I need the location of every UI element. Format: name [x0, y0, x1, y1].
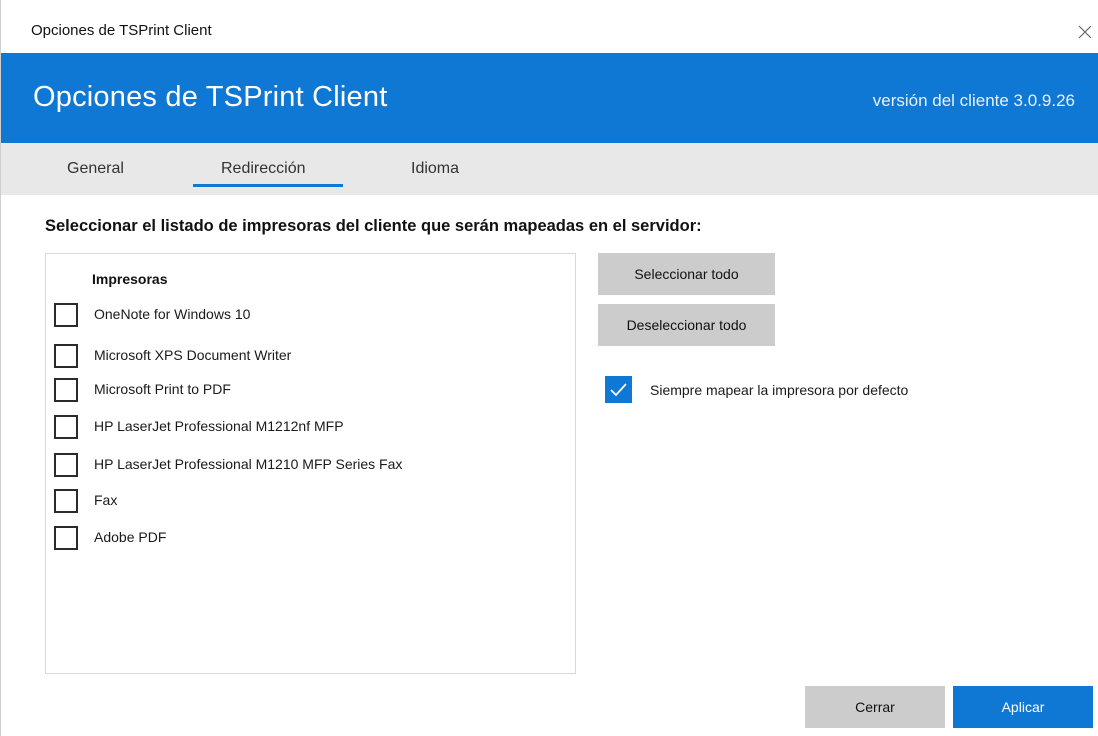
close-icon[interactable] [1073, 20, 1097, 44]
printer-list: Impresoras OneNote for Windows 10 Micros… [45, 253, 576, 674]
close-button[interactable]: Cerrar [805, 686, 945, 728]
default-printer-option[interactable]: Siempre mapear la impresora por defecto [605, 376, 1005, 404]
window-title: Opciones de TSPrint Client [31, 22, 212, 39]
printer-checkbox[interactable] [54, 415, 78, 439]
printer-checkbox[interactable] [54, 453, 78, 477]
printer-item[interactable]: HP LaserJet Professional M1210 MFP Serie… [54, 453, 554, 477]
printer-list-header: Impresoras [92, 271, 168, 287]
printer-label: Microsoft Print to PDF [94, 381, 231, 397]
printer-label: OneNote for Windows 10 [94, 306, 251, 322]
printer-label: HP LaserJet Professional M1210 MFP Serie… [94, 456, 403, 472]
deselect-all-button[interactable]: Deseleccionar todo [598, 304, 775, 346]
printer-item[interactable]: Fax [54, 489, 554, 513]
client-version: versión del cliente 3.0.9.26 [872, 91, 1075, 110]
title-bar: Opciones de TSPrint Client [1, 0, 1098, 53]
tab-bar: General Redirección Idioma [1, 143, 1098, 195]
printer-checkbox[interactable] [54, 526, 78, 550]
select-all-button[interactable]: Seleccionar todo [598, 253, 775, 295]
options-window: Opciones de TSPrint Client Opciones de T… [0, 0, 1098, 736]
checkmark-icon [610, 383, 627, 397]
tab-redireccion[interactable]: Redirección [221, 160, 305, 195]
printer-item[interactable]: Adobe PDF [54, 526, 554, 550]
printer-label: Adobe PDF [94, 529, 167, 545]
printer-label: Microsoft XPS Document Writer [94, 347, 292, 363]
banner-heading: Opciones de TSPrint Client [33, 81, 388, 113]
printer-item[interactable]: Microsoft XPS Document Writer [54, 344, 554, 368]
printer-checkbox[interactable] [54, 344, 78, 368]
apply-button[interactable]: Aplicar [953, 686, 1093, 728]
header-banner: Opciones de TSPrint Client versión del c… [1, 53, 1098, 143]
tab-general[interactable]: General [67, 160, 124, 195]
printer-item[interactable]: HP LaserJet Professional M1212nf MFP [54, 415, 554, 439]
printer-label: HP LaserJet Professional M1212nf MFP [94, 418, 344, 434]
printer-checkbox[interactable] [54, 489, 78, 513]
printer-checkbox[interactable] [54, 378, 78, 402]
default-printer-checkbox[interactable] [605, 376, 632, 403]
section-title: Seleccionar el listado de impresoras del… [45, 217, 702, 235]
printer-item[interactable]: OneNote for Windows 10 [54, 303, 554, 327]
active-tab-indicator [193, 184, 343, 187]
printer-label: Fax [94, 492, 118, 508]
printer-item[interactable]: Microsoft Print to PDF [54, 378, 554, 402]
default-printer-label: Siempre mapear la impresora por defecto [650, 382, 909, 398]
printer-checkbox[interactable] [54, 303, 78, 327]
tab-idioma[interactable]: Idioma [411, 160, 459, 195]
